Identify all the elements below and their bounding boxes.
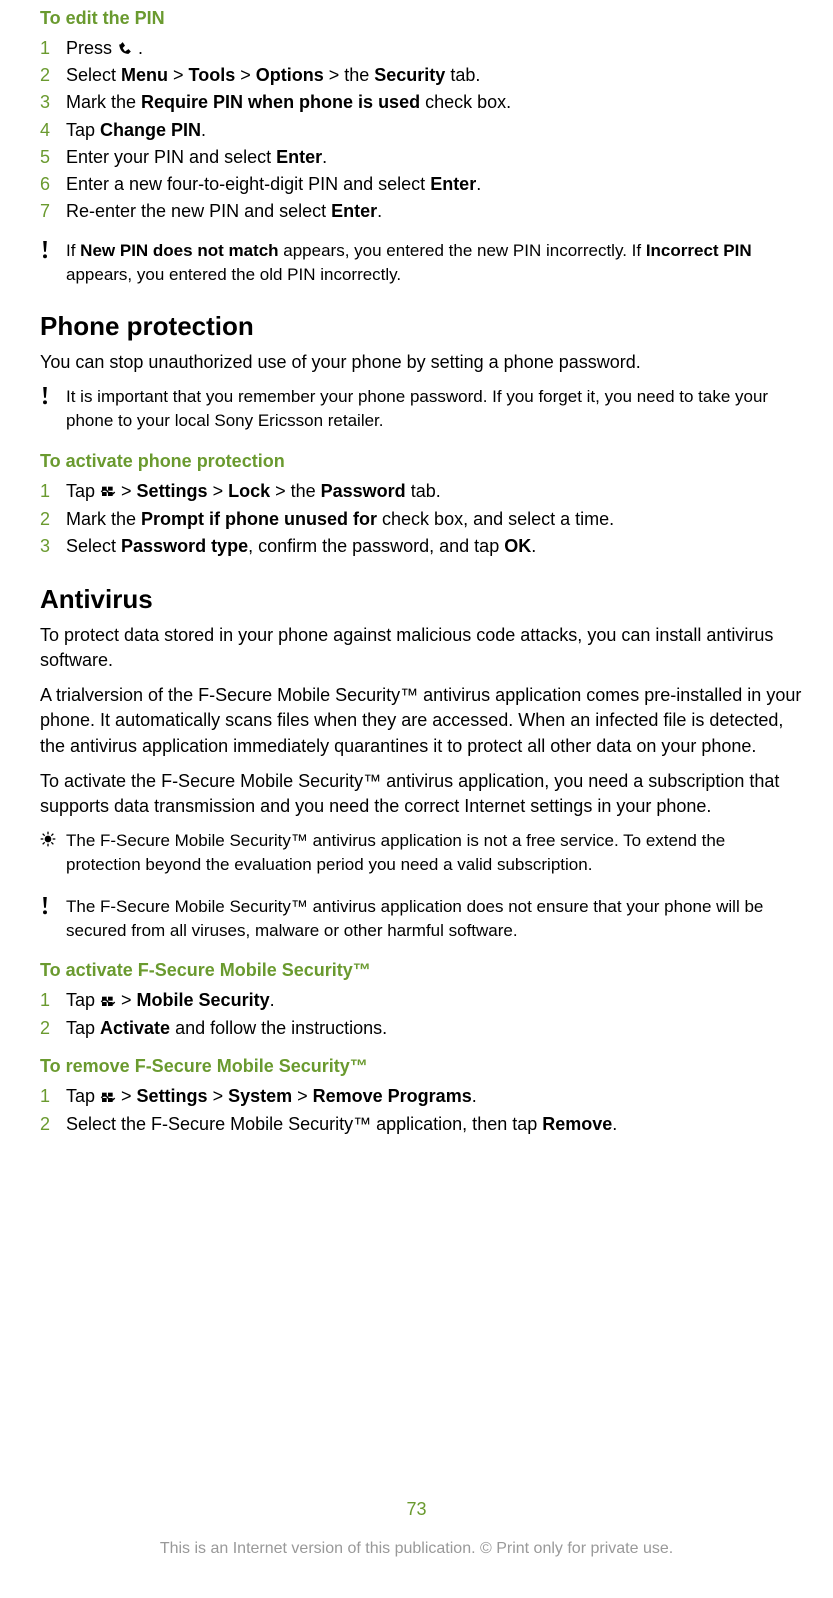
step-number: 7 [40, 199, 66, 224]
step-number: 3 [40, 90, 66, 115]
step-number: 2 [40, 63, 66, 88]
exclamation-icon [40, 895, 66, 943]
heading-phone-protection: Phone protection [40, 311, 803, 342]
heading-antivirus: Antivirus [40, 584, 803, 615]
step-number: 2 [40, 1112, 66, 1137]
warning-note: The F-Secure Mobile Security™ antivirus … [40, 895, 803, 943]
page-footer: 73 This is an Internet version of this p… [0, 1499, 833, 1558]
note-text: The F-Secure Mobile Security™ antivirus … [66, 829, 803, 877]
step-text: Enter a new four-to-eight-digit PIN and … [66, 172, 803, 197]
step-item: 2 Mark the Prompt if phone unused for ch… [40, 506, 803, 533]
steps-edit-pin: 1 Press . 2 Select Menu > Tools > Option… [40, 35, 803, 225]
paragraph: To protect data stored in your phone aga… [40, 623, 803, 673]
step-text: Tap Activate and follow the instructions… [66, 1016, 803, 1041]
step-item: 1 Tap > Settings > Lock > the Password t… [40, 478, 803, 506]
step-item: 5 Enter your PIN and select Enter. [40, 144, 803, 171]
step-item: 3 Select Password type, confirm the pass… [40, 533, 803, 560]
steps-remove-fsecure: 1 Tap > Settings > System > Remove Progr… [40, 1083, 803, 1138]
step-item: 2 Tap Activate and follow the instructio… [40, 1015, 803, 1042]
step-text: Mark the Prompt if phone unused for chec… [66, 507, 803, 532]
step-item: 6 Enter a new four-to-eight-digit PIN an… [40, 171, 803, 198]
heading-activate-phone-protection: To activate phone protection [40, 451, 803, 472]
paragraph: To activate the F-Secure Mobile Security… [40, 769, 803, 819]
step-number: 6 [40, 172, 66, 197]
windows-start-icon [100, 989, 116, 1014]
step-text: Enter your PIN and select Enter. [66, 145, 803, 170]
tip-note: The F-Secure Mobile Security™ antivirus … [40, 829, 803, 877]
page-number: 73 [0, 1499, 833, 1520]
step-text: Tap > Settings > Lock > the Password tab… [66, 479, 803, 505]
lightbulb-icon [40, 829, 66, 877]
steps-activate-protection: 1 Tap > Settings > Lock > the Password t… [40, 478, 803, 560]
step-item: 3 Mark the Require PIN when phone is use… [40, 89, 803, 116]
step-text: Mark the Require PIN when phone is used … [66, 90, 803, 115]
step-item: 2 Select the F-Secure Mobile Security™ a… [40, 1111, 803, 1138]
note-text: The F-Secure Mobile Security™ antivirus … [66, 895, 803, 943]
heading-remove-fsecure: To remove F-Secure Mobile Security™ [40, 1056, 803, 1077]
step-text: Press . [66, 36, 803, 61]
windows-start-icon [100, 479, 116, 504]
warning-note: It is important that you remember your p… [40, 385, 803, 433]
heading-activate-fsecure: To activate F-Secure Mobile Security™ [40, 960, 803, 981]
note-text: It is important that you remember your p… [66, 385, 803, 433]
step-number: 2 [40, 1016, 66, 1041]
step-item: 1 Tap > Settings > System > Remove Progr… [40, 1083, 803, 1111]
step-number: 4 [40, 118, 66, 143]
step-item: 4 Tap Change PIN. [40, 117, 803, 144]
step-text: Select Password type, confirm the passwo… [66, 534, 803, 559]
paragraph: A trialversion of the F-Secure Mobile Se… [40, 683, 803, 759]
step-item: 1 Tap > Mobile Security. [40, 987, 803, 1015]
steps-activate-fsecure: 1 Tap > Mobile Security. 2 Tap Activate … [40, 987, 803, 1042]
step-item: 7 Re-enter the new PIN and select Enter. [40, 198, 803, 225]
heading-edit-pin: To edit the PIN [40, 8, 803, 29]
phone-call-icon [117, 38, 133, 58]
step-number: 1 [40, 36, 66, 61]
step-text: Tap > Settings > System > Remove Program… [66, 1084, 803, 1110]
footer-copyright: This is an Internet version of this publ… [0, 1540, 833, 1558]
step-text: Select the F-Secure Mobile Security™ app… [66, 1112, 803, 1137]
exclamation-icon [40, 385, 66, 433]
step-item: 1 Press . [40, 35, 803, 62]
note-text: If New PIN does not match appears, you e… [66, 239, 803, 287]
step-number: 2 [40, 507, 66, 532]
step-text: Tap Change PIN. [66, 118, 803, 143]
step-number: 1 [40, 988, 66, 1014]
exclamation-icon [40, 239, 66, 287]
step-item: 2 Select Menu > Tools > Options > the Se… [40, 62, 803, 89]
windows-start-icon [100, 1085, 116, 1110]
step-number: 5 [40, 145, 66, 170]
step-number: 3 [40, 534, 66, 559]
step-text: Select Menu > Tools > Options > the Secu… [66, 63, 803, 88]
document-page: To edit the PIN 1 Press . 2 Select Menu … [0, 8, 833, 1598]
step-number: 1 [40, 1084, 66, 1110]
step-text: Tap > Mobile Security. [66, 988, 803, 1014]
paragraph: You can stop unauthorized use of your ph… [40, 350, 803, 375]
warning-note: If New PIN does not match appears, you e… [40, 239, 803, 287]
step-text: Re-enter the new PIN and select Enter. [66, 199, 803, 224]
step-number: 1 [40, 479, 66, 505]
